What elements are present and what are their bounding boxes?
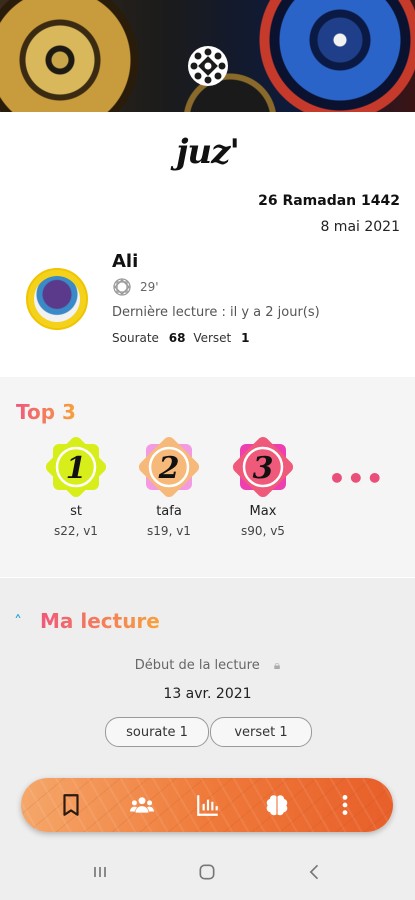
rank-name: tafa (156, 504, 182, 519)
home-icon[interactable] (192, 862, 222, 887)
verset-value: 1 (241, 331, 250, 345)
verset-label: Verset (193, 331, 232, 345)
ma-lecture-title[interactable]: Ma lecture (40, 609, 160, 633)
rank-position: s19, v1 (147, 524, 191, 538)
app-title: juz' (176, 132, 240, 172)
rank-badge-1-icon: 1 (45, 436, 107, 498)
rank-position: s90, v5 (241, 524, 285, 538)
rank-number: 1 (66, 451, 87, 486)
start-date[interactable]: 13 avr. 2021 (0, 686, 415, 702)
sourate-button[interactable]: sourate 1 (105, 717, 209, 747)
group-icon[interactable] (127, 790, 157, 820)
stats-icon[interactable] (193, 790, 223, 820)
more-ranks-button[interactable]: ••• (328, 462, 385, 495)
rank-name: st (70, 504, 82, 519)
more-vert-icon[interactable] (330, 790, 360, 820)
rank-item-3[interactable]: 3 Max s90, v5 (228, 436, 298, 538)
rank-number: 2 (158, 451, 180, 486)
start-reading-label: Début de la lecture (134, 658, 260, 673)
back-icon[interactable] (300, 862, 330, 887)
juz-stat: 29' (112, 277, 159, 297)
recent-apps-icon[interactable] (85, 862, 115, 887)
verset-button[interactable]: verset 1 (210, 717, 312, 747)
app-logo-icon (188, 46, 228, 86)
sourate-label: Sourate (112, 331, 159, 345)
rank-badge-3-icon: 3 (232, 436, 294, 498)
sourate-value: 68 (168, 331, 186, 345)
user-name: Ali (112, 251, 139, 272)
rank-item-1[interactable]: 1 st s22, v1 (41, 436, 111, 538)
brain-icon[interactable] (262, 790, 292, 820)
juz-icon (113, 278, 131, 296)
avatar[interactable] (26, 268, 88, 330)
lock-icon: 🔒︎ (273, 658, 281, 672)
chevron-up-icon[interactable]: ˄ (14, 612, 22, 631)
hero-banner (0, 0, 415, 112)
rank-badge-2-icon: 2 (138, 436, 200, 498)
rank-position: s22, v1 (54, 524, 98, 538)
reading-position: Sourate 68 Verset 1 (112, 331, 249, 345)
juz-count: 29' (140, 280, 159, 294)
start-reading-row: Début de la lecture 🔒︎ (0, 658, 415, 673)
rank-name: Max (249, 504, 277, 519)
gregorian-date: 8 mai 2021 (320, 219, 400, 235)
rank-number: 3 (253, 451, 274, 486)
bookmark-icon[interactable] (56, 790, 86, 820)
hijri-date: 26 Ramadan 1442 (258, 193, 400, 209)
last-reading: Dernière lecture : il y a 2 jour(s) (112, 305, 320, 320)
top3-title: Top 3 (16, 400, 76, 424)
rank-item-2[interactable]: 2 tafa s19, v1 (134, 436, 204, 538)
